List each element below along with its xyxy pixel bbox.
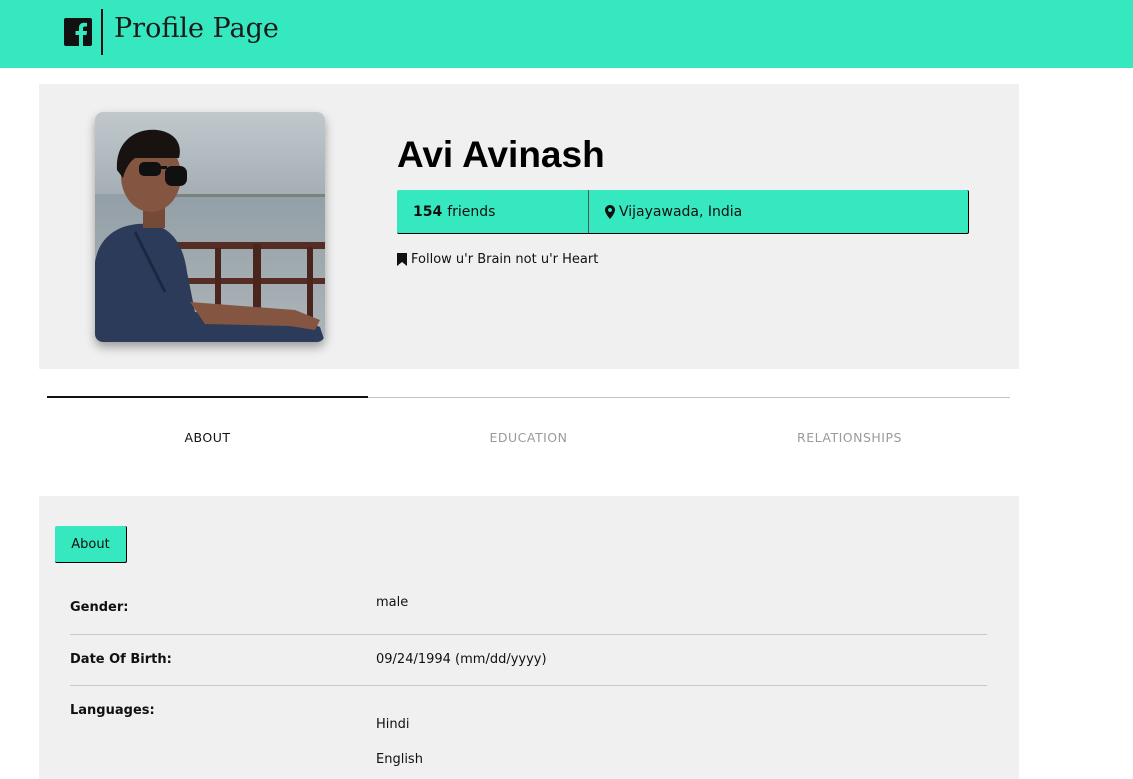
tab-education[interactable]: EDUCATION: [368, 430, 689, 445]
profile-name: Avi Avinash: [397, 134, 605, 175]
language-item: English: [376, 752, 423, 767]
tab-about[interactable]: ABOUT: [47, 430, 368, 445]
about-button[interactable]: About: [55, 526, 127, 563]
about-section-card: About Gender: male Date Of Birth: 09/24/…: [39, 496, 1019, 779]
row-divider: [70, 685, 987, 686]
active-tab-indicator: [47, 396, 368, 398]
gender-label: Gender:: [70, 600, 129, 615]
dob-value: 09/24/1994 (mm/dd/yyyy): [376, 652, 547, 667]
friends-count: 154: [413, 203, 443, 220]
languages-label: Languages:: [70, 703, 155, 718]
top-navbar: Profile Page: [0, 0, 1133, 68]
friends-count-stat[interactable]: 154 friends: [397, 190, 589, 233]
gender-value: male: [376, 595, 409, 610]
location-text: Vijayawada, India: [619, 203, 743, 220]
row-divider: [70, 634, 987, 635]
tab-relationships[interactable]: RELATIONSHIPS: [689, 430, 1010, 445]
page-title: Profile Page: [114, 13, 279, 44]
facebook-icon[interactable]: [64, 16, 92, 48]
profile-header-card: Avi Avinash 154 friends Vijayawada, Indi…: [39, 84, 1019, 369]
brand-divider: [101, 9, 103, 55]
profile-stats-bar: 154 friends Vijayawada, India: [397, 190, 969, 234]
map-marker-icon: [605, 204, 615, 219]
dob-label: Date Of Birth:: [70, 652, 172, 667]
profile-avatar[interactable]: [95, 112, 325, 342]
motto-text: Follow u'r Brain not u'r Heart: [411, 252, 599, 267]
bookmark-icon: [397, 253, 407, 266]
profile-motto: Follow u'r Brain not u'r Heart: [397, 252, 598, 267]
friends-label: friends: [447, 203, 496, 220]
location-stat[interactable]: Vijayawada, India: [589, 190, 968, 233]
language-item: Hindi: [376, 717, 410, 732]
